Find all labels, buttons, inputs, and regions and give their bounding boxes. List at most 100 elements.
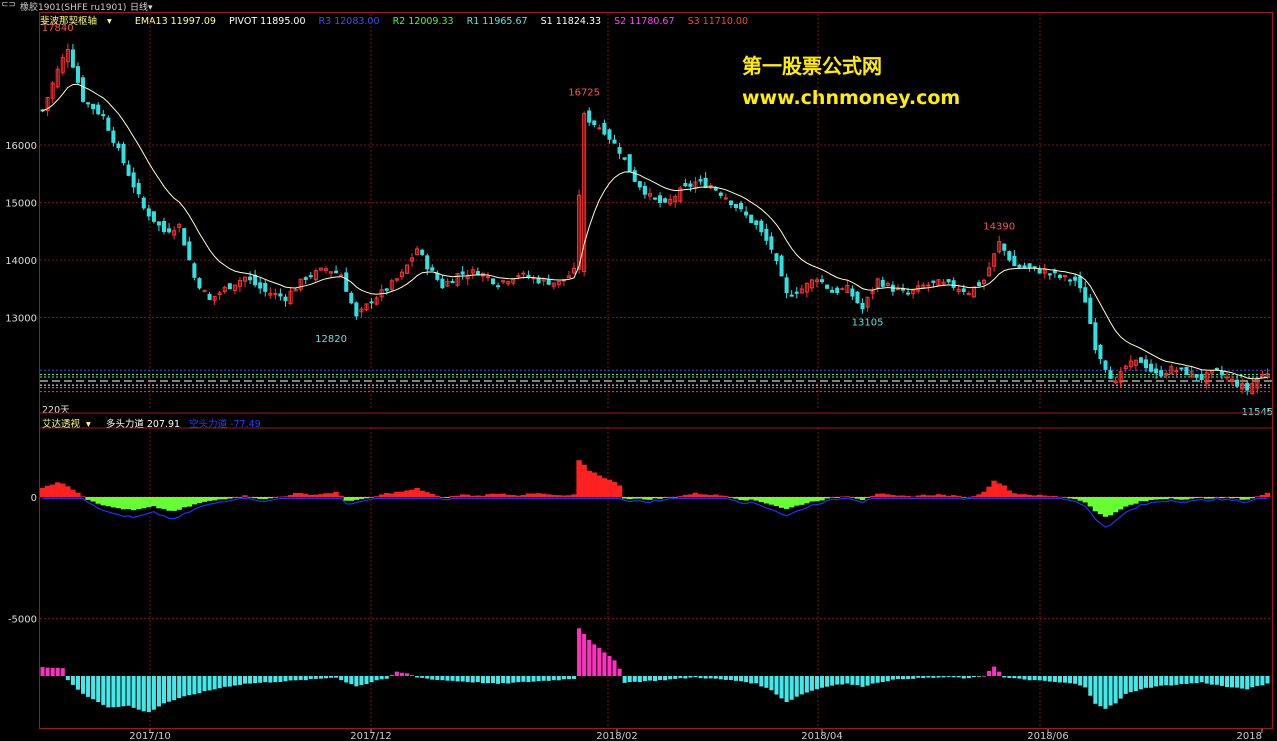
candle-body bbox=[258, 282, 263, 289]
date-tick-label: 2018/02 bbox=[596, 731, 638, 741]
bull-force-bar bbox=[581, 464, 587, 497]
bull-force-bar bbox=[480, 495, 486, 497]
lower-histogram-bar bbox=[232, 676, 237, 686]
lower-histogram-bar bbox=[1204, 676, 1209, 684]
bull-force-bar bbox=[389, 493, 395, 497]
lower-histogram-bar bbox=[1174, 676, 1179, 685]
bull-force-bar bbox=[1057, 496, 1063, 498]
bear-force-bar bbox=[657, 497, 663, 499]
bull-force-bar bbox=[535, 493, 542, 497]
bull-force-bar bbox=[470, 495, 476, 497]
bull-force-bar bbox=[282, 496, 289, 497]
lower-histogram-bar bbox=[718, 676, 723, 680]
candle-body bbox=[384, 288, 389, 291]
bear-force-bar bbox=[1107, 497, 1114, 516]
lower-histogram-bar bbox=[612, 660, 617, 676]
lower-histogram-bar bbox=[789, 676, 794, 700]
bull-force-bar bbox=[935, 494, 942, 497]
lower-histogram-bar bbox=[865, 676, 870, 686]
candle-body bbox=[713, 187, 718, 191]
bear-force-bar bbox=[672, 497, 678, 498]
lower-histogram-bar bbox=[921, 676, 926, 679]
candle-body bbox=[475, 271, 480, 276]
lower-histogram-bar bbox=[1255, 676, 1260, 686]
lower-histogram-bar bbox=[794, 676, 799, 697]
bear-force-bar bbox=[237, 497, 243, 498]
lower-histogram-bar bbox=[713, 676, 718, 679]
candle-body bbox=[1093, 322, 1098, 351]
candle-body bbox=[794, 291, 799, 294]
lower-histogram-bar bbox=[96, 676, 101, 703]
bear-force-bar bbox=[1112, 497, 1119, 513]
candle-body bbox=[774, 253, 779, 262]
date-tick-label: 2018 bbox=[1237, 731, 1262, 741]
bear-force-bar bbox=[778, 497, 785, 508]
bull-force-bar bbox=[551, 495, 557, 497]
candle-body bbox=[1098, 344, 1103, 359]
lower-histogram-bar bbox=[55, 667, 60, 676]
candle-body bbox=[1154, 368, 1159, 374]
candle-body bbox=[1047, 273, 1052, 276]
candle-body bbox=[207, 293, 212, 300]
lower-histogram-bar bbox=[931, 676, 936, 678]
lower-histogram-bar bbox=[926, 676, 931, 678]
lower-histogram-bar bbox=[1164, 676, 1169, 686]
candle-body bbox=[617, 147, 622, 154]
bull-force-bar bbox=[601, 478, 608, 497]
candle-body bbox=[951, 280, 956, 288]
lower-histogram-bar bbox=[820, 676, 825, 688]
bull-force-bar bbox=[540, 493, 547, 497]
bear-force-bar bbox=[227, 497, 233, 499]
bull-force-bar bbox=[1254, 496, 1261, 497]
lower-histogram-bar bbox=[875, 676, 880, 683]
lower-histogram-bar bbox=[1012, 676, 1017, 679]
candle-body bbox=[1032, 266, 1037, 269]
bull-force-bar bbox=[697, 494, 704, 497]
bull-force-bar bbox=[925, 495, 932, 497]
lower-histogram-bar bbox=[1194, 676, 1199, 684]
bear-force-bar bbox=[176, 497, 182, 510]
lower-histogram-bar bbox=[885, 676, 890, 682]
candle-body bbox=[703, 177, 708, 188]
lower-histogram-bar bbox=[1179, 676, 1184, 684]
lower-histogram-bar bbox=[369, 676, 374, 683]
bull-force-bar bbox=[880, 493, 886, 497]
lower-histogram-bar bbox=[850, 676, 855, 685]
candle-body bbox=[850, 288, 855, 297]
bull-force-bar bbox=[869, 495, 876, 497]
bull-force-bar bbox=[677, 496, 683, 497]
price-axis-labels: 13000 14000 15000 16000 0 -5000 bbox=[5, 141, 37, 626]
bull-force-bar bbox=[44, 485, 51, 497]
lower-histogram-bar bbox=[167, 676, 172, 702]
lower-histogram-bar bbox=[749, 676, 754, 684]
bull-force-bar bbox=[277, 496, 284, 498]
bear-force-bar bbox=[252, 497, 258, 499]
lower-histogram-bar bbox=[546, 676, 551, 681]
candle-body bbox=[187, 241, 192, 261]
bull-force-bar bbox=[940, 494, 947, 497]
bear-force-bar bbox=[368, 497, 375, 498]
indicator-tick-label: 0 bbox=[31, 493, 37, 504]
lower-histogram-bar bbox=[40, 667, 45, 676]
bear-force-bar bbox=[662, 497, 668, 498]
bull-force-bar bbox=[39, 487, 46, 497]
bull-force-bar bbox=[525, 493, 532, 497]
bull-force-bar bbox=[530, 493, 537, 497]
bear-force-bar bbox=[1229, 497, 1235, 499]
candle-body bbox=[1083, 287, 1088, 303]
lower-histogram-bar bbox=[334, 676, 339, 678]
bear-force-bar bbox=[1138, 497, 1144, 502]
bear-force-bar bbox=[1198, 497, 1205, 498]
bull-force-bar bbox=[930, 495, 937, 497]
bull-force-bar bbox=[475, 495, 481, 497]
lower-histogram-bar bbox=[652, 676, 658, 682]
bull-force-bar bbox=[910, 496, 916, 498]
bull-force-bar bbox=[384, 492, 390, 497]
lower-histogram-bar bbox=[384, 676, 389, 679]
bear-force-bar bbox=[1249, 497, 1255, 499]
candle-body bbox=[75, 66, 80, 83]
price-chart[interactable]: 178401282016725131051439011545 130001400… bbox=[0, 0, 1277, 741]
lower-histogram-bar bbox=[136, 676, 141, 710]
candle-body bbox=[658, 195, 663, 203]
candle-body bbox=[146, 208, 151, 217]
